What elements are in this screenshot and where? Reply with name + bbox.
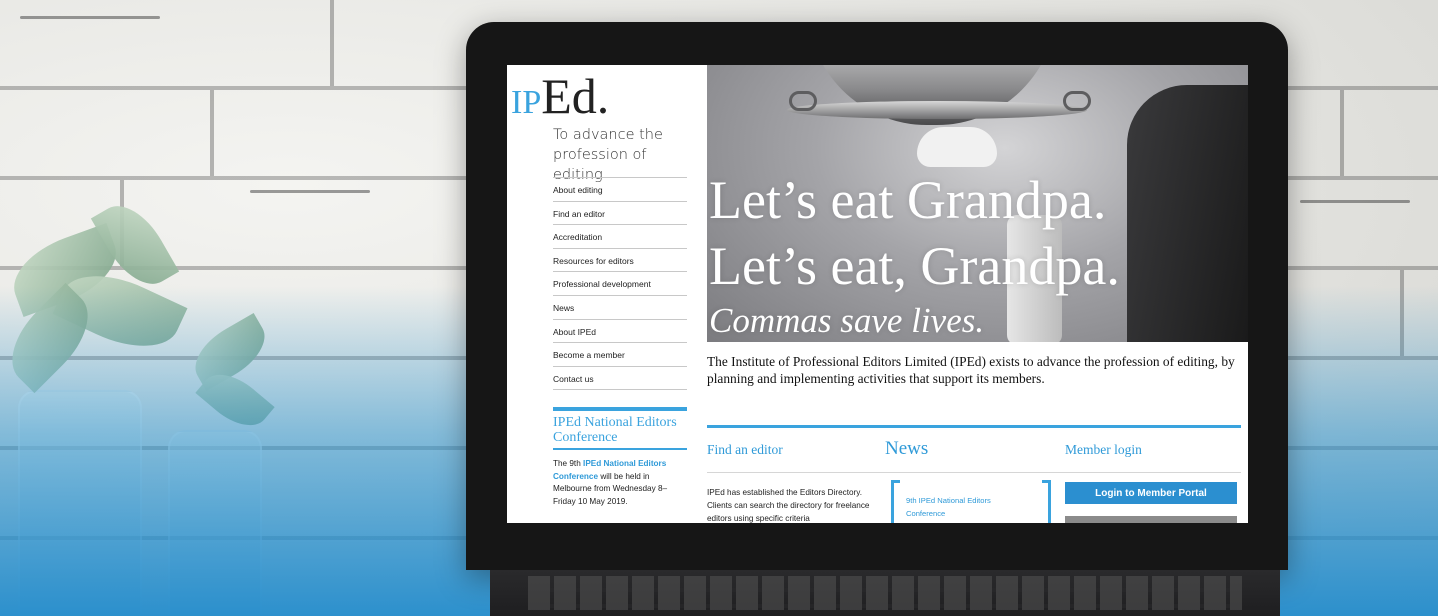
brick-joint [1340, 90, 1344, 176]
hero-line-2: Let’s eat, Grandpa. [709, 236, 1120, 296]
conference-panel: IPEd National Editors Conference The 9th… [553, 407, 687, 508]
news-item-link[interactable]: 9th IPEd National Editors Conference [906, 494, 1026, 520]
site-tagline: To advance the profession of editing [553, 127, 663, 183]
wall-crack [250, 190, 370, 193]
secondary-login-button[interactable] [1065, 516, 1237, 523]
nav-item-contact-us[interactable]: Contact us [553, 365, 687, 391]
brick-joint [210, 90, 214, 176]
nav-item-accreditation[interactable]: Accreditation [553, 224, 687, 248]
login-to-member-portal-button[interactable]: Login to Member Portal [1065, 482, 1237, 504]
hero-line-1: Let’s eat Grandpa. [709, 170, 1107, 230]
conference-text: The 9th IPEd National Editors Conference… [553, 458, 687, 508]
nav-item-about-iped[interactable]: About IPEd [553, 318, 687, 343]
content-columns: Find an editor News Member login IPEd ha… [707, 425, 1241, 523]
sidebar: IPEd. To advance the profession of editi… [507, 65, 707, 523]
nav-item-become-a-member[interactable]: Become a member [553, 342, 687, 366]
logo-ed: Ed. [541, 68, 610, 124]
member-login-heading[interactable]: Member login [1065, 442, 1142, 458]
tray-handle [1063, 91, 1091, 111]
column-divider [707, 472, 1241, 473]
brick-joint [330, 0, 334, 86]
nav-item-news[interactable]: News [553, 294, 687, 319]
find-an-editor-heading[interactable]: Find an editor [707, 442, 783, 458]
laptop: IPEd. To advance the profession of editi… [466, 22, 1288, 570]
news-heading[interactable]: News [885, 438, 928, 460]
logo-ip: IP [511, 84, 542, 121]
nav-item-resources-for-editors[interactable]: Resources for editors [553, 247, 687, 272]
wall-crack [20, 16, 160, 19]
nav-item-professional-development[interactable]: Professional development [553, 271, 687, 295]
keyboard-keys [528, 576, 1242, 610]
tray-handle [789, 91, 817, 111]
main-nav: About editing Find an editor Accreditati… [553, 177, 687, 391]
ipe-logo[interactable]: IPEd. [511, 71, 609, 121]
wall-crack [1300, 200, 1410, 203]
laptop-screen: IPEd. To advance the profession of editi… [507, 65, 1248, 523]
white-glove [917, 127, 997, 167]
intro-paragraph: The Institute of Professional Editors Li… [707, 354, 1235, 386]
nav-item-find-an-editor[interactable]: Find an editor [553, 200, 687, 225]
conference-heading: IPEd National Editors Conference [553, 415, 687, 450]
find-an-editor-text: IPEd has established the Editors Directo… [707, 488, 870, 523]
conference-text-before: The 9th [553, 459, 584, 468]
waiter-jacket [1127, 85, 1248, 342]
hero-line-3: Commas save lives. [709, 301, 985, 340]
nav-item-about-editing[interactable]: About editing [553, 177, 687, 201]
silver-tray [787, 101, 1087, 119]
news-item-box: 9th IPEd National Editors Conference [891, 480, 1051, 523]
hero-banner: Let’s eat Grandpa. Let’s eat, Grandpa. C… [707, 65, 1248, 342]
laptop-keyboard [490, 570, 1280, 616]
